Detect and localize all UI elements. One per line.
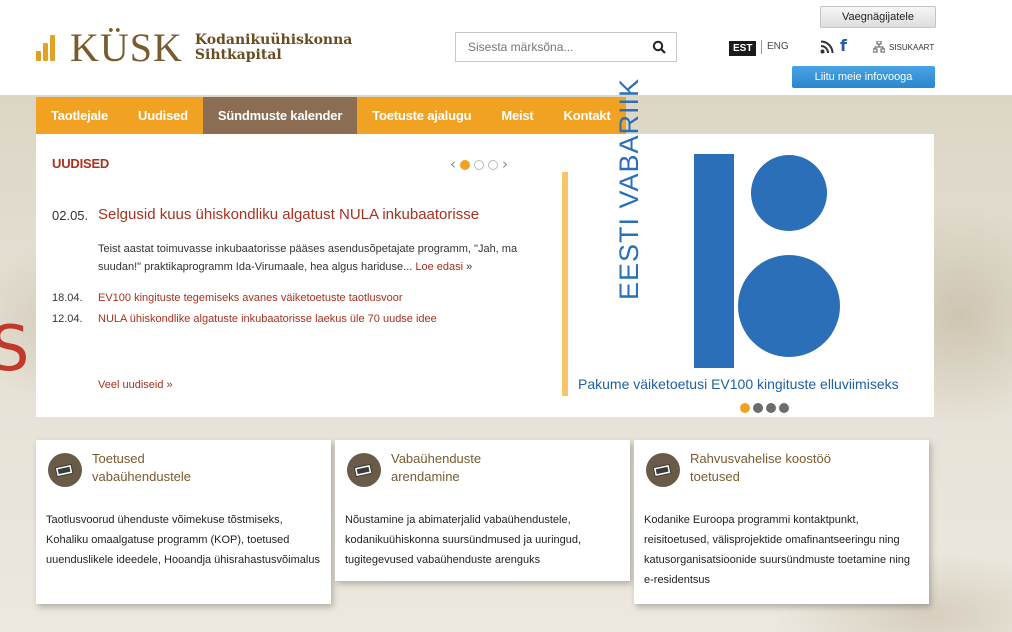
sitemap-link[interactable]: SISUKAART — [889, 43, 934, 52]
sitemap-icon[interactable] — [873, 41, 885, 53]
card-title-line2: vabaühendustele — [92, 469, 192, 484]
nav-item-sundmuste-kalender[interactable]: Sündmuste kalender — [202, 97, 358, 134]
news-main-date: 02.05. — [52, 208, 89, 223]
search-box — [455, 32, 677, 62]
main-nav: Taotlejale Uudised Sündmuste kalender To… — [36, 97, 626, 134]
logo-subtitle-line2: Sihtkapital — [194, 47, 282, 63]
card-toetused[interactable]: Toetused vabaühendustele Taotlusvoorud ü… — [36, 440, 331, 604]
subscribe-button[interactable]: Liitu meie infovooga — [792, 66, 935, 88]
card-body: Kodanike Euroopa programmi kontaktpunkt,… — [644, 514, 910, 586]
news-item-date: 12.04. — [52, 313, 83, 325]
logo-text: KÜSK — [70, 25, 183, 70]
logo-bars-icon — [36, 35, 62, 61]
card-body: Nõustamine ja abimaterjalid vabaühendust… — [345, 514, 582, 566]
search-input[interactable] — [456, 40, 636, 54]
rss-icon[interactable] — [820, 40, 834, 54]
site-logo[interactable]: KÜSK Kodanikuühiskonna Sihtkapital — [36, 28, 352, 68]
pager-dot[interactable] — [488, 159, 498, 170]
pager-dot[interactable] — [753, 403, 763, 413]
search-icon[interactable] — [652, 40, 666, 54]
card-body: Taotlusvoorud ühenduste võimekuse tõstmi… — [46, 514, 320, 566]
lang-divider — [761, 40, 762, 54]
facebook-icon[interactable]: f — [840, 36, 847, 55]
chevron-left-icon[interactable]: ‹ — [450, 157, 456, 172]
news-item-title[interactable]: EV100 kingituste tegemiseks avanes väike… — [98, 292, 403, 304]
card-title-line1: Toetused — [92, 451, 145, 466]
read-more-arrow: » — [466, 261, 473, 273]
promo-pager — [740, 403, 789, 413]
pager-dot[interactable] — [740, 403, 750, 413]
card-header: Vabaühenduste arendamine — [335, 440, 630, 498]
logo-subtitle: Kodanikuühiskonna Sihtkapital — [195, 33, 352, 62]
list-item: 18.04. EV100 kingituste tegemiseks avane… — [52, 292, 403, 304]
money-icon — [48, 453, 82, 487]
ev100-logo-circle — [751, 155, 827, 231]
pager-dot[interactable] — [779, 403, 789, 413]
card-title-line1: Rahvusvahelise koostöö — [690, 451, 831, 466]
pager-dot[interactable] — [460, 159, 470, 170]
card-header: Toetused vabaühendustele — [36, 440, 331, 498]
card-arendamine[interactable]: Vabaühenduste arendamine Nõustamine ja a… — [335, 440, 630, 581]
news-section-title: UUDISED — [52, 156, 110, 171]
card-title: Toetused vabaühendustele — [92, 450, 191, 486]
lang-est-button[interactable]: EST — [729, 41, 757, 56]
news-main-title[interactable]: Selgusid kuus ühiskondliku algatust NULA… — [98, 206, 479, 223]
lang-eng-link[interactable]: ENG — [767, 41, 789, 52]
card-header: Rahvusvahelise koostöö toetused — [634, 440, 929, 498]
money-icon — [347, 453, 381, 487]
list-item: 12.04. NULA ühiskondlike algatuste inkub… — [52, 313, 437, 325]
read-more-link[interactable]: Loe edasi — [415, 261, 463, 273]
nav-item-toetuste-ajalugu[interactable]: Toetuste ajalugu — [357, 97, 487, 134]
news-item-date: 18.04. — [52, 292, 83, 304]
chevron-right-icon[interactable]: › — [502, 157, 508, 172]
ev100-logo-circle — [738, 255, 840, 357]
news-item-title[interactable]: NULA ühiskondlike algatuste inkubaatoris… — [98, 313, 437, 325]
pager-dot[interactable] — [766, 403, 776, 413]
nav-item-meist[interactable]: Meist — [486, 97, 549, 134]
nav-item-taotlejale[interactable]: Taotlejale — [36, 97, 124, 134]
card-title: Vabaühenduste arendamine — [391, 450, 481, 486]
card-title-line1: Vabaühenduste — [391, 451, 482, 466]
news-main-excerpt: Teist aastat toimuvasse inkubaatorisse p… — [98, 240, 538, 276]
logo-subtitle-line1: Kodanikuühiskonna — [194, 32, 353, 49]
news-pager: ‹ › — [450, 157, 508, 172]
all-news-link[interactable]: Veel uudiseid » — [98, 379, 173, 391]
pager-dot[interactable] — [474, 159, 484, 170]
money-icon — [646, 453, 680, 487]
promo-caption[interactable]: Pakume väiketoetusi EV100 kingituste ell… — [578, 376, 899, 392]
promo-accent-bar — [562, 172, 568, 396]
card-title-line2: arendamine — [391, 469, 460, 484]
nav-item-uudised[interactable]: Uudised — [123, 97, 203, 134]
card-rahvusvaheline[interactable]: Rahvusvahelise koostöö toetused Kodanike… — [634, 440, 929, 604]
overlay-red-glyph: S — [0, 312, 30, 385]
card-title: Rahvusvahelise koostöö toetused — [690, 450, 831, 486]
ev100-logo-bar — [694, 154, 734, 368]
card-title-line2: toetused — [690, 469, 740, 484]
accessibility-button[interactable]: Vaegnägijatele — [820, 6, 936, 28]
promo-vertical-text: EESTI VABARIIK — [614, 77, 644, 300]
